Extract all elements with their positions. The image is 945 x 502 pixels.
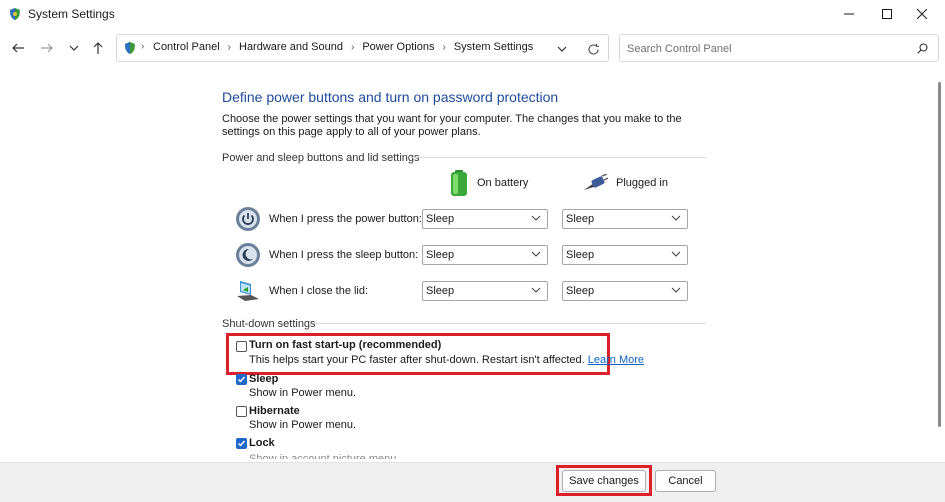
chevron-down-icon — [531, 251, 541, 257]
breadcrumb-system-settings[interactable]: System Settings — [454, 41, 533, 53]
up-button[interactable] — [87, 37, 109, 59]
power-plug-icon — [584, 174, 608, 190]
recent-locations-button[interactable] — [63, 37, 85, 59]
breadcrumb: Control Panel › Hardware and Sound › Pow… — [153, 41, 533, 53]
window-title: System Settings — [28, 7, 115, 21]
search-icon[interactable] — [917, 43, 928, 54]
sleep-checkbox[interactable] — [236, 374, 247, 385]
chevron-down-icon — [531, 215, 541, 221]
cancel-button[interactable]: Cancel — [655, 470, 716, 492]
hibernate-option-description: Show in Power menu. — [249, 419, 356, 431]
chevron-down-icon — [671, 215, 681, 221]
select-value: Sleep — [566, 249, 595, 261]
close-lid-plugged-select[interactable]: Sleep — [562, 281, 688, 301]
fast-startup-checkbox[interactable] — [236, 341, 247, 352]
close-lid-battery-select[interactable]: Sleep — [422, 281, 548, 301]
lock-option-label[interactable]: Lock — [249, 437, 275, 449]
chevron-down-icon — [671, 251, 681, 257]
arrow-right-icon — [41, 43, 53, 53]
learn-more-link[interactable]: Learn More — [588, 354, 644, 366]
breadcrumb-separator: › — [442, 41, 446, 53]
sleep-button-icon — [236, 243, 260, 267]
select-value: Sleep — [566, 285, 595, 297]
chevron-down-icon — [531, 287, 541, 293]
power-section-title: Power and sleep buttons and lid settings — [222, 152, 420, 164]
forward-button[interactable] — [36, 37, 58, 59]
arrow-left-icon — [12, 43, 24, 53]
shutdown-section-title: Shut-down settings — [222, 318, 316, 330]
sleep-button-battery-select[interactable]: Sleep — [422, 245, 548, 265]
refresh-icon — [587, 43, 599, 55]
fast-startup-label[interactable]: Turn on fast start-up (recommended) — [249, 339, 441, 351]
breadcrumb-separator: › — [227, 41, 231, 53]
breadcrumb-hardware-and-sound[interactable]: Hardware and Sound — [239, 41, 343, 53]
close-button[interactable] — [899, 0, 945, 28]
sleep-button-row-label: When I press the sleep button: — [269, 249, 419, 261]
select-value: Sleep — [426, 213, 455, 225]
sleep-button-plugged-select[interactable]: Sleep — [562, 245, 688, 265]
power-button-battery-select[interactable]: Sleep — [422, 209, 548, 229]
plugged-in-label: Plugged in — [616, 177, 668, 189]
fast-startup-description-text: This helps start your PC faster after sh… — [249, 354, 585, 366]
hibernate-checkbox[interactable] — [236, 406, 247, 417]
column-header-plugged-in: Plugged in — [582, 174, 668, 192]
breadcrumb-power-options[interactable]: Power Options — [362, 41, 434, 53]
lock-option-description: Show in account picture menu. — [249, 453, 400, 459]
column-header-on-battery: On battery — [449, 169, 528, 197]
fast-startup-description: This helps start your PC faster after sh… — [249, 354, 644, 366]
laptop-lid-icon — [237, 281, 259, 301]
sleep-option-label[interactable]: Sleep — [249, 373, 278, 385]
select-value: Sleep — [426, 285, 455, 297]
title-bar: System Settings — [0, 0, 945, 28]
search-box[interactable] — [619, 34, 939, 62]
checkmark-icon — [238, 376, 246, 383]
section-divider — [409, 157, 706, 158]
select-value: Sleep — [566, 213, 595, 225]
page-description: Choose the power settings that you want … — [222, 113, 682, 138]
breadcrumb-separator: › — [141, 41, 145, 52]
lock-checkbox[interactable] — [236, 438, 247, 449]
chevron-down-icon — [557, 46, 567, 52]
control-panel-icon — [125, 42, 135, 54]
chevron-down-icon — [69, 45, 79, 51]
on-battery-label: On battery — [477, 177, 529, 189]
breadcrumb-separator: › — [350, 41, 355, 53]
save-changes-button[interactable]: Save changes — [562, 470, 646, 492]
breadcrumb-control-panel[interactable]: Control Panel — [153, 41, 220, 53]
battery-icon — [451, 170, 467, 196]
minimize-icon — [844, 13, 854, 15]
power-options-shield-icon — [10, 8, 20, 20]
footer-bar — [0, 462, 945, 502]
sleep-option-description: Show in Power menu. — [249, 387, 356, 399]
page-title: Define power buttons and turn on passwor… — [222, 89, 559, 105]
power-button-plugged-select[interactable]: Sleep — [562, 209, 688, 229]
power-button-icon — [236, 207, 260, 231]
chevron-down-icon — [671, 287, 681, 293]
maximize-icon — [882, 9, 892, 19]
power-button-row-label: When I press the power button: — [269, 213, 422, 225]
address-bar[interactable]: › Control Panel › Hardware and Sound › P… — [116, 34, 609, 62]
section-divider — [314, 323, 706, 324]
checkmark-icon — [238, 440, 246, 447]
close-lid-row-label: When I close the lid: — [269, 285, 369, 297]
refresh-button[interactable] — [584, 40, 602, 58]
search-input[interactable] — [627, 41, 907, 57]
scrollbar-thumb[interactable] — [938, 82, 941, 427]
arrow-up-icon — [93, 42, 103, 54]
back-button[interactable] — [7, 37, 29, 59]
select-value: Sleep — [426, 249, 455, 261]
address-history-button[interactable] — [553, 40, 571, 58]
hibernate-option-label[interactable]: Hibernate — [249, 405, 300, 417]
close-icon — [917, 9, 927, 19]
